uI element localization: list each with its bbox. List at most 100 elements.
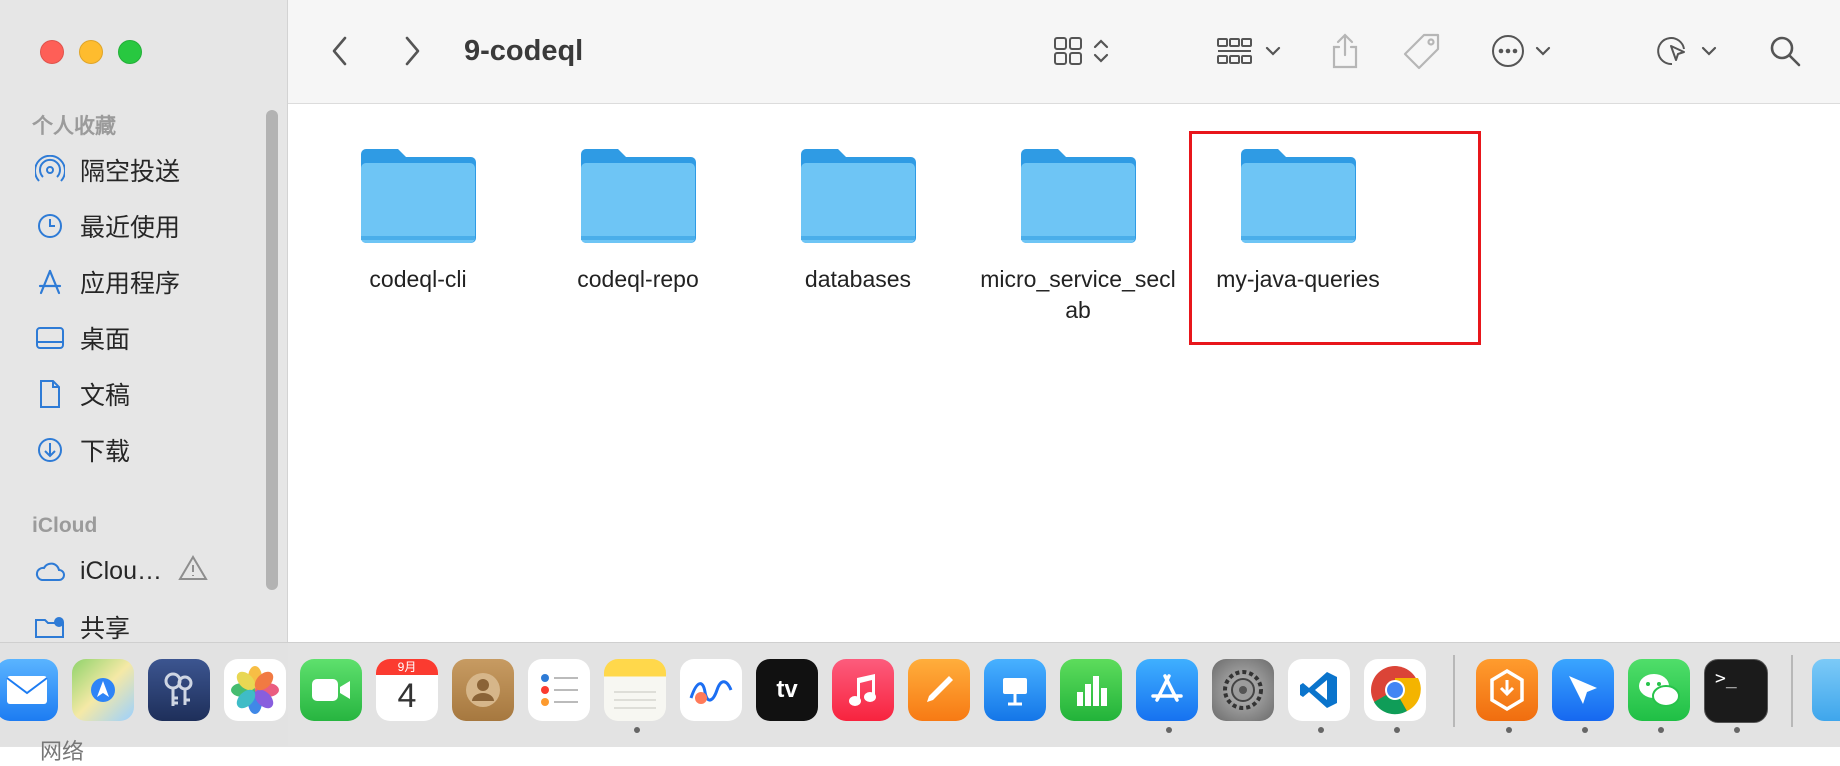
dock-app-music[interactable] [832,659,894,721]
dock-app-wechat[interactable] [1628,659,1690,721]
dock-app-photos[interactable] [224,659,286,721]
favorites-section-title: 个人收藏 [32,115,116,138]
search-icon [1770,36,1801,67]
dock-app-burp-suite[interactable] [1476,659,1538,721]
sidebar-item-label: 文稿 [80,382,131,410]
notes-icon [614,691,656,709]
sidebar-item-documents[interactable]: 文稿 [34,374,264,414]
share-button[interactable] [1330,30,1360,72]
dock-app-calendar[interactable]: 9月 4 [376,659,438,721]
sidebar-item-label: 隔空投送 [80,158,181,186]
sidebar-scrollbar[interactable] [266,110,278,590]
freeform-icon [689,680,733,704]
burp-hexagon-icon [1490,668,1524,712]
warning-icon[interactable] [178,554,208,589]
contacts-icon [466,673,500,707]
markup-pen-icon [1657,37,1685,66]
search-button[interactable] [1768,30,1802,72]
running-indicator [1658,727,1664,733]
sidebar-item-applications[interactable]: 应用程序 [34,262,264,302]
document-icon [34,378,66,410]
airdrop-icon [34,154,66,186]
minimize-window-button[interactable] [79,40,103,64]
folder-item[interactable]: micro_service_seclab [978,144,1178,326]
more-actions-button[interactable] [1490,30,1552,72]
grid-view-icon [1054,37,1082,65]
chrome-icon [1371,666,1421,715]
sidebar-item-desktop[interactable]: 桌面 [34,318,264,358]
folder-item[interactable]: codeql-cli [318,144,518,295]
folder-icon [1021,149,1136,243]
dock-app-notes[interactable] [604,659,666,721]
apple-tv-icon: tv [776,676,798,703]
toolbar: 9-codeql [288,0,1840,104]
pen-icon [927,676,953,702]
sidebar-item-label: iClou… [80,556,162,585]
reminders-icon [541,674,578,706]
podium-icon [1003,678,1027,706]
dock-app-mail[interactable] [0,659,58,721]
dock-separator [1453,655,1455,727]
dock-app-keynote[interactable] [984,659,1046,721]
forward-button[interactable] [402,30,422,72]
clock-icon [34,210,66,242]
dock-app-contacts[interactable] [452,659,514,721]
dock-app-facetime[interactable] [300,659,362,721]
zoom-window-button[interactable] [118,40,142,64]
group-by-button[interactable] [1216,30,1282,72]
dock-app-apple-tv[interactable]: tv [756,659,818,721]
dock-app-freeform[interactable] [680,659,742,721]
running-indicator [634,727,640,733]
dock-app-numbers[interactable] [1060,659,1122,721]
dock-app-keychain[interactable] [148,659,210,721]
mail-icon [6,676,48,704]
markup-button[interactable] [1654,30,1718,72]
dock-app-app-store[interactable] [1136,659,1198,721]
running-indicator [1166,727,1172,733]
sidebar-item-shared[interactable]: 共享 [34,607,264,647]
dock-app-terminal[interactable]: >_ [1704,659,1768,723]
dock-app-vscode[interactable] [1288,659,1350,721]
sidebar-item-airdrop[interactable]: 隔空投送 [34,150,264,190]
close-window-button[interactable] [40,40,64,64]
maps-icon [91,678,115,702]
calendar-month: 9月 [376,659,438,675]
view-mode-button[interactable] [1052,30,1110,72]
file-browser-content: codeql-cli codeql-repo databases micro_s… [288,104,1840,644]
up-down-chevron-icon [1093,39,1109,63]
tag-icon [1403,33,1440,70]
window-controls [40,40,142,64]
highlight-box [1189,131,1481,345]
dock-app-reminders[interactable] [528,659,590,721]
icloud-icon [34,555,66,587]
sidebar-item-icloud-drive[interactable]: iClou… [34,551,264,591]
desktop-icon [34,322,66,354]
dock-folder-stack[interactable] [1812,659,1840,721]
dock-app-pages[interactable] [908,659,970,721]
photos-icon [231,666,279,714]
sidebar-item-label: 下载 [80,438,131,466]
video-camera-icon [312,679,350,701]
sidebar-item-downloads[interactable]: 下载 [34,430,264,470]
sidebar-item-recents[interactable]: 最近使用 [34,206,264,246]
folder-icon [801,149,916,243]
ellipsis-circle-icon [1492,35,1524,67]
dock-app-chrome[interactable] [1364,659,1426,721]
folder-item[interactable]: databases [758,144,958,295]
music-note-icon [849,674,876,706]
group-icon [1217,38,1252,64]
keys-icon [164,672,193,706]
chevron-down-icon [1701,46,1717,56]
dock-app-maps[interactable] [72,659,134,721]
dock-app-feishu[interactable] [1552,659,1614,721]
folder-name: codeql-cli [369,266,467,292]
back-button[interactable] [330,30,350,72]
folder-item[interactable]: codeql-repo [538,144,738,295]
tag-button[interactable] [1402,30,1442,72]
folder-icon [361,149,476,243]
wechat-icon [1639,674,1680,707]
dock-app-system-settings[interactable] [1212,659,1274,721]
vscode-icon [1300,672,1337,708]
folder-name: databases [804,266,912,292]
dock: 9月 4 tv >_ [0,642,1840,747]
